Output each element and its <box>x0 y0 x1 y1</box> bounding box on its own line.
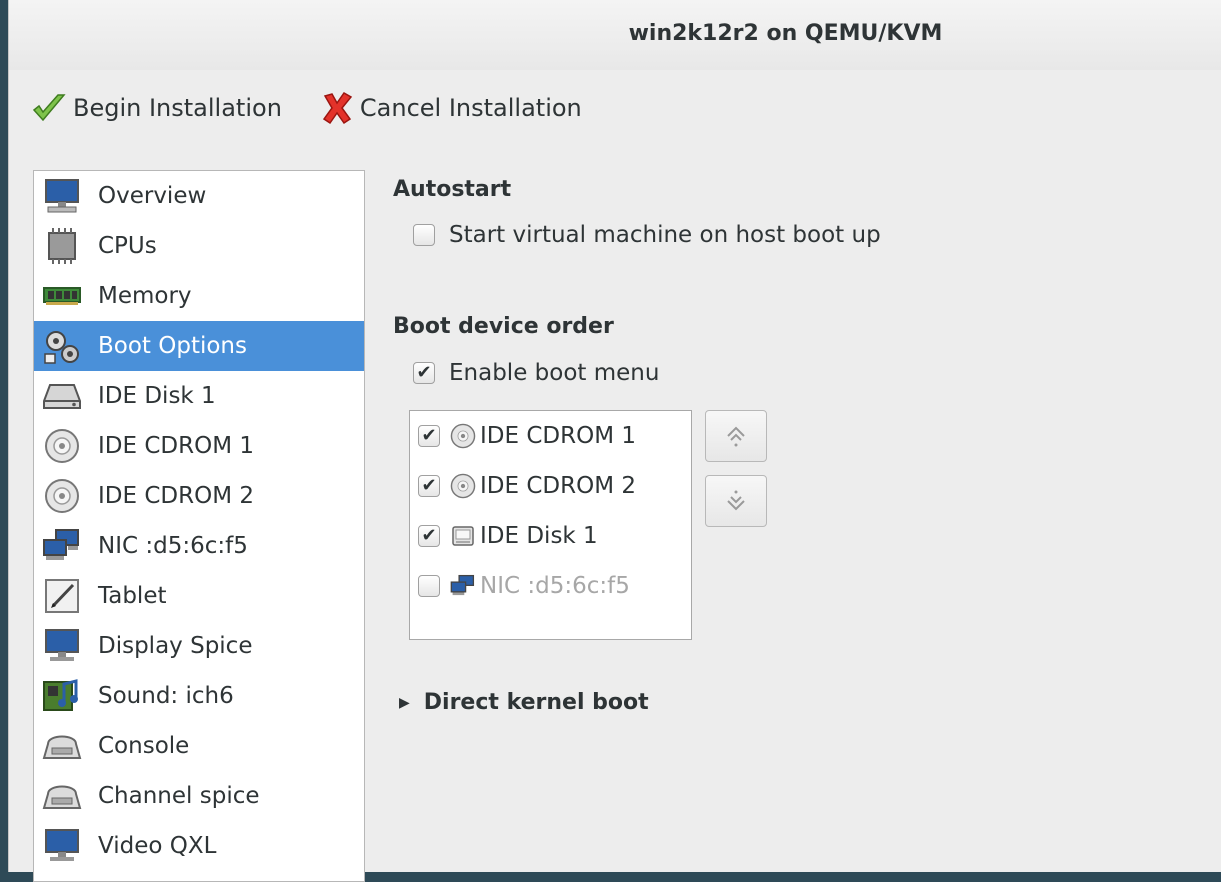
enable-boot-menu-checkbox[interactable]: ✔ <box>413 362 435 384</box>
monitor-icon <box>40 176 84 216</box>
sidebar-item-ide-disk-1[interactable]: IDE Disk 1 <box>34 371 364 421</box>
tablet-icon <box>40 576 84 616</box>
boot-device-checkbox[interactable] <box>418 575 440 597</box>
autostart-option[interactable]: Start virtual machine on host boot up <box>413 222 881 248</box>
sidebar-item-video-qxl[interactable]: Video QXL <box>34 821 364 871</box>
autostart-checkbox[interactable] <box>413 224 435 246</box>
memory-icon <box>40 276 84 316</box>
sidebar-item-label: IDE Disk 1 <box>98 383 216 409</box>
autostart-heading: Autostart <box>393 177 512 202</box>
sidebar-item-tablet[interactable]: Tablet <box>34 571 364 621</box>
begin-installation-label: Begin Installation <box>73 94 282 122</box>
sidebar-item-sound[interactable]: Sound: ich6 <box>34 671 364 721</box>
installation-window: win2k12r2 on QEMU/KVM Begin Installation… <box>8 0 1221 882</box>
network-icon <box>450 573 476 599</box>
cancel-installation-button[interactable]: Cancel Installation <box>320 90 582 126</box>
boot-device-list: ✔ IDE CDROM 1 ✔ IDE CDROM 2 ✔ IDE Disk 1 <box>409 410 692 640</box>
boot-order-heading: Boot device order <box>393 314 614 339</box>
display-icon <box>40 626 84 666</box>
move-down-button[interactable] <box>705 475 767 527</box>
boot-device-row[interactable]: ✔ IDE CDROM 1 <box>410 411 691 461</box>
sidebar-item-label: Sound: ich6 <box>98 683 234 709</box>
sidebar-item-label: Channel spice <box>98 783 260 809</box>
sidebar-item-label: Tablet <box>98 583 167 609</box>
begin-installation-button[interactable]: Begin Installation <box>31 90 282 126</box>
sidebar-item-label: Display Spice <box>98 633 253 659</box>
sidebar-item-label: IDE CDROM 2 <box>98 483 254 509</box>
serial-icon <box>40 776 84 816</box>
boot-device-row[interactable]: NIC :d5:6c:f5 <box>410 561 691 611</box>
sidebar-item-memory[interactable]: Memory <box>34 271 364 321</box>
sidebar-item-label: Boot Options <box>98 333 247 359</box>
sound-icon <box>40 676 84 716</box>
direct-kernel-boot-expander[interactable]: ▶ Direct kernel boot <box>399 690 649 715</box>
boot-device-label: IDE CDROM 1 <box>480 423 636 449</box>
boot-device-label: IDE CDROM 2 <box>480 473 636 499</box>
move-up-icon <box>727 426 745 447</box>
cdrom-icon <box>450 423 476 449</box>
display-icon <box>40 826 84 866</box>
sidebar-item-display-spice[interactable]: Display Spice <box>34 621 364 671</box>
sidebar-item-label: Video QXL <box>98 833 217 859</box>
boot-device-checkbox[interactable]: ✔ <box>418 475 440 497</box>
autostart-label: Start virtual machine on host boot up <box>449 222 881 248</box>
sidebar-item-channel-spice[interactable]: Channel spice <box>34 771 364 821</box>
sidebar-item-overview[interactable]: Overview <box>34 171 364 221</box>
cancel-installation-label: Cancel Installation <box>359 94 582 122</box>
move-down-icon <box>727 490 745 511</box>
window-title: win2k12r2 on QEMU/KVM <box>628 21 943 46</box>
sidebar-item-ide-cdrom-2[interactable]: IDE CDROM 2 <box>34 471 364 521</box>
boot-device-label: NIC :d5:6c:f5 <box>480 573 630 599</box>
sidebar-item-cpus[interactable]: CPUs <box>34 221 364 271</box>
title-bar[interactable]: win2k12r2 on QEMU/KVM <box>9 0 1221 70</box>
sidebar-item-ide-cdrom-1[interactable]: IDE CDROM 1 <box>34 421 364 471</box>
boot-device-row[interactable]: ✔ IDE CDROM 2 <box>410 461 691 511</box>
sidebar-item-label: CPUs <box>98 233 157 259</box>
hardware-sidebar: Overview CPUs Memory Boot Options IDE Di… <box>33 170 365 882</box>
cdrom-icon <box>450 473 476 499</box>
sidebar-item-label: Console <box>98 733 190 759</box>
expander-arrow-icon: ▶ <box>399 694 410 711</box>
move-up-button[interactable] <box>705 410 767 462</box>
sidebar-item-label: Overview <box>98 183 207 209</box>
boot-device-label: IDE Disk 1 <box>480 523 598 549</box>
boot-options-icon <box>40 326 84 366</box>
checkmark-icon <box>32 94 66 122</box>
direct-kernel-boot-label: Direct kernel boot <box>423 690 649 715</box>
sidebar-item-label: NIC :d5:6c:f5 <box>98 533 248 559</box>
boot-device-checkbox[interactable]: ✔ <box>418 425 440 447</box>
disk-icon <box>40 376 84 416</box>
enable-boot-menu-label: Enable boot menu <box>449 360 660 386</box>
boot-device-row[interactable]: ✔ IDE Disk 1 <box>410 511 691 561</box>
cpu-icon <box>40 226 84 266</box>
sidebar-item-label: IDE CDROM 1 <box>98 433 254 459</box>
toolbar: Begin Installation Cancel Installation <box>31 86 620 130</box>
sidebar-item-boot-options[interactable]: Boot Options <box>34 321 364 371</box>
sidebar-item-nic[interactable]: NIC :d5:6c:f5 <box>34 521 364 571</box>
cdrom-icon <box>40 476 84 516</box>
network-icon <box>40 526 84 566</box>
cancel-x-icon <box>322 92 353 125</box>
disk-icon <box>450 523 476 549</box>
sidebar-item-label: Memory <box>98 283 192 309</box>
enable-boot-menu-option[interactable]: ✔ Enable boot menu <box>413 360 659 386</box>
cdrom-icon <box>40 426 84 466</box>
sidebar-item-console[interactable]: Console <box>34 721 364 771</box>
serial-icon <box>40 726 84 766</box>
boot-device-checkbox[interactable]: ✔ <box>418 525 440 547</box>
